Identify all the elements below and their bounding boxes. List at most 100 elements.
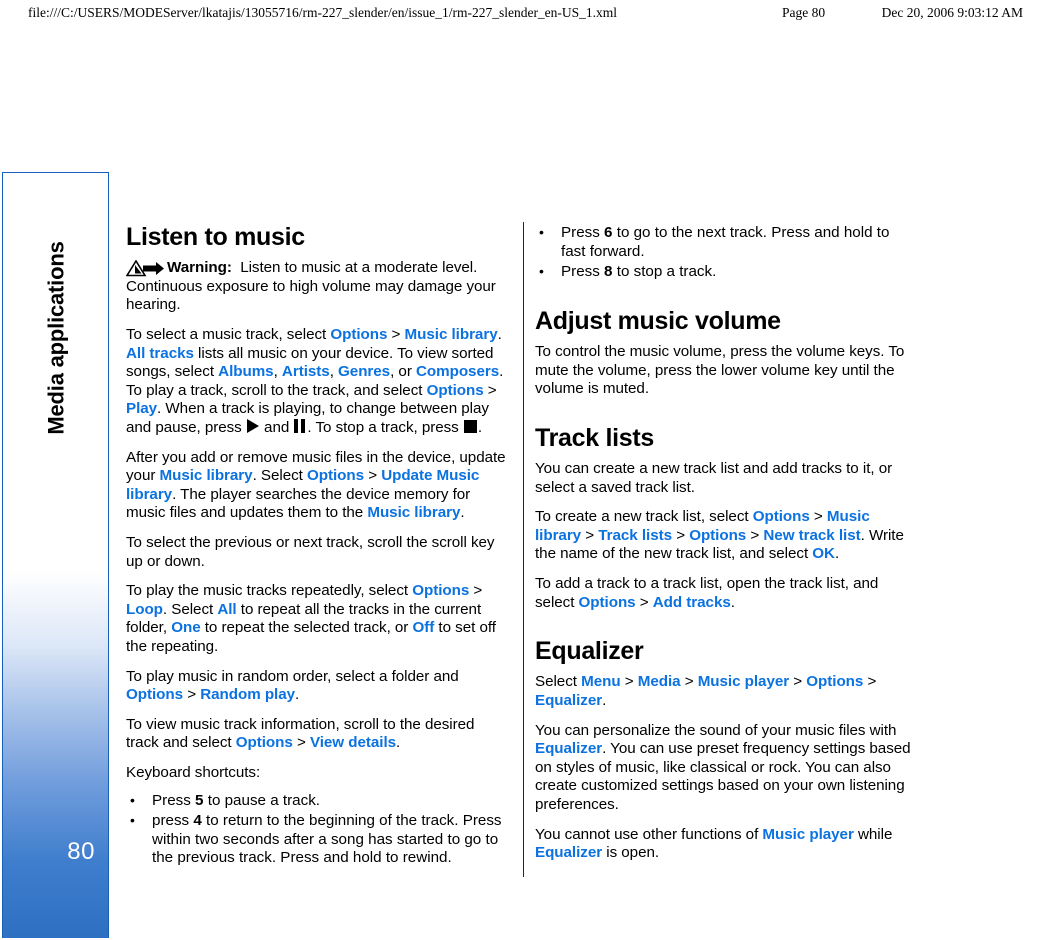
kw-random-play: Random play [200,686,296,704]
kw-options: Options [806,673,864,691]
sep: > [487,381,497,399]
txt: to stop a track. [612,263,717,281]
paragraph-view-details: To view music track information, scroll … [126,716,509,753]
txt: , [273,363,282,381]
chapter-label-text: Media applications [43,241,69,435]
section-heading-adjust-music-volume: Adjust music volume [535,306,781,335]
txt: . To stop a track, press [307,419,463,436]
list-item: Press 5 to pause a track. [126,791,509,811]
kw-options: Options [412,582,470,600]
txt: Press [561,263,605,281]
list-item: Press 6 to go to the next track. Press a… [535,223,918,261]
txt: Press [152,791,196,809]
txt: You cannot use other functions of [535,825,763,843]
kw-add-tracks: Add tracks [652,593,731,611]
txt: . [730,593,735,611]
kw-options: Options [689,526,747,544]
paragraph-equalizer-path: Select Menu > Media > Music player > Opt… [535,673,918,710]
txt: . Select [252,467,307,485]
kw-composers: Composers [416,363,500,381]
page-content: Listen to music Warning: Listen to music… [125,223,926,884]
print-header: file:///C:/USERS/MODEServer/lkatajis/130… [0,0,1045,24]
kw-music-library: Music library [404,326,498,344]
kw-equalizer: Equalizer [535,740,603,758]
txt: , [329,363,339,381]
warning-paragraph: Warning: Listen to music at a moderate l… [125,259,509,315]
right-column: Press 6 to go to the next track. Press a… [535,223,918,874]
shortcut-key: 8 [604,263,613,281]
sep: > [624,673,634,691]
txt: . Select [162,600,218,618]
warning-label: Warning: [167,259,232,277]
paragraph-add-tracks: To add a track to a track list, open the… [535,575,918,612]
kw-equalizer: Equalizer [535,692,603,710]
txt: . [396,734,401,752]
txt: To create a new track list, select [535,508,753,526]
txt: . [834,545,840,563]
paragraph-equalizer-description: You can personalize the sound of your mu… [535,722,918,815]
section-heading-track-lists: Track lists [535,423,655,452]
sep: > [296,734,306,752]
kw-options: Options [426,381,484,399]
paragraph-random-play: To play music in random order, select a … [126,668,509,705]
txt: To play music in random order, select a … [126,667,459,685]
kw-all-tracks: All tracks [126,344,194,362]
txt: To play the music tracks repeatedly, sel… [126,582,413,600]
txt: to pause a track. [203,791,321,809]
keyboard-shortcuts-label: Keyboard shortcuts: [126,763,261,781]
kw-options: Options [752,508,810,526]
print-header-date: Dec 20, 2006 9:03:12 AM [881,5,1023,20]
chapter-label-rotated: Media applications [3,173,110,503]
kw-music-library: Music library [367,504,461,522]
sep: > [676,526,686,544]
txt: You can personalize the sound of your mu… [535,721,897,739]
kw-music-library: Music library [159,467,253,485]
kw-options: Options [235,734,293,752]
list-item: Press 8 to stop a track. [535,262,918,282]
kw-one: One [171,619,201,637]
stop-icon [463,420,477,433]
txt: to return to the beginning of the track.… [152,812,502,867]
kw-albums: Albums [218,363,274,381]
kw-options: Options [578,593,636,611]
txt: . [295,686,300,704]
kw-genres: Genres [338,363,391,381]
sep: > [867,673,877,691]
page-number: 80 [67,838,95,865]
txt: is open. [602,844,660,862]
txt: . [497,326,502,344]
sep: > [684,673,694,691]
kw-play: Play [126,400,158,418]
shortcut-key: 6 [604,224,613,241]
kw-options: Options [126,686,184,704]
kw-track-lists: Track lists [598,526,673,544]
kw-equalizer: Equalizer [535,844,603,862]
kw-artists: Artists [281,363,330,381]
sep: > [585,526,595,544]
section-heading-listen-to-music: Listen to music [126,223,305,251]
sep: > [750,526,760,544]
txt: , or [390,363,416,381]
txt: To select a music track, select [126,326,331,344]
txt: while [853,825,893,843]
txt: . [460,504,465,522]
print-header-url: file:///C:/USERS/MODEServer/lkatajis/130… [28,5,618,20]
paragraph-equalizer-restriction: You cannot use other functions of Music … [535,826,918,863]
keyboard-shortcuts-list-left: Press 5 to pause a track. press 4 to ret… [126,791,509,868]
print-header-page: Page 80 [782,5,826,20]
chapter-side-tab: Media applications 80 [2,172,109,938]
kw-music-player: Music player [697,673,790,691]
kw-ok: OK [812,545,835,563]
paragraph-track-lists-intro: You can create a new track list and add … [535,460,893,496]
txt: . [477,419,483,436]
kw-options: Options [330,326,388,344]
paragraph-update-library: After you add or remove music files in t… [126,449,509,523]
paragraph-prev-next-track: To select the previous or next track, sc… [126,533,495,570]
kw-off: Off [412,619,435,637]
txt: Press [561,224,605,241]
section-heading-equalizer: Equalizer [535,637,644,666]
txt: Select [535,673,582,691]
warning-triangle-arrow-icon [125,259,166,277]
kw-new-track-list: New track list [763,526,861,544]
play-icon [246,419,259,433]
